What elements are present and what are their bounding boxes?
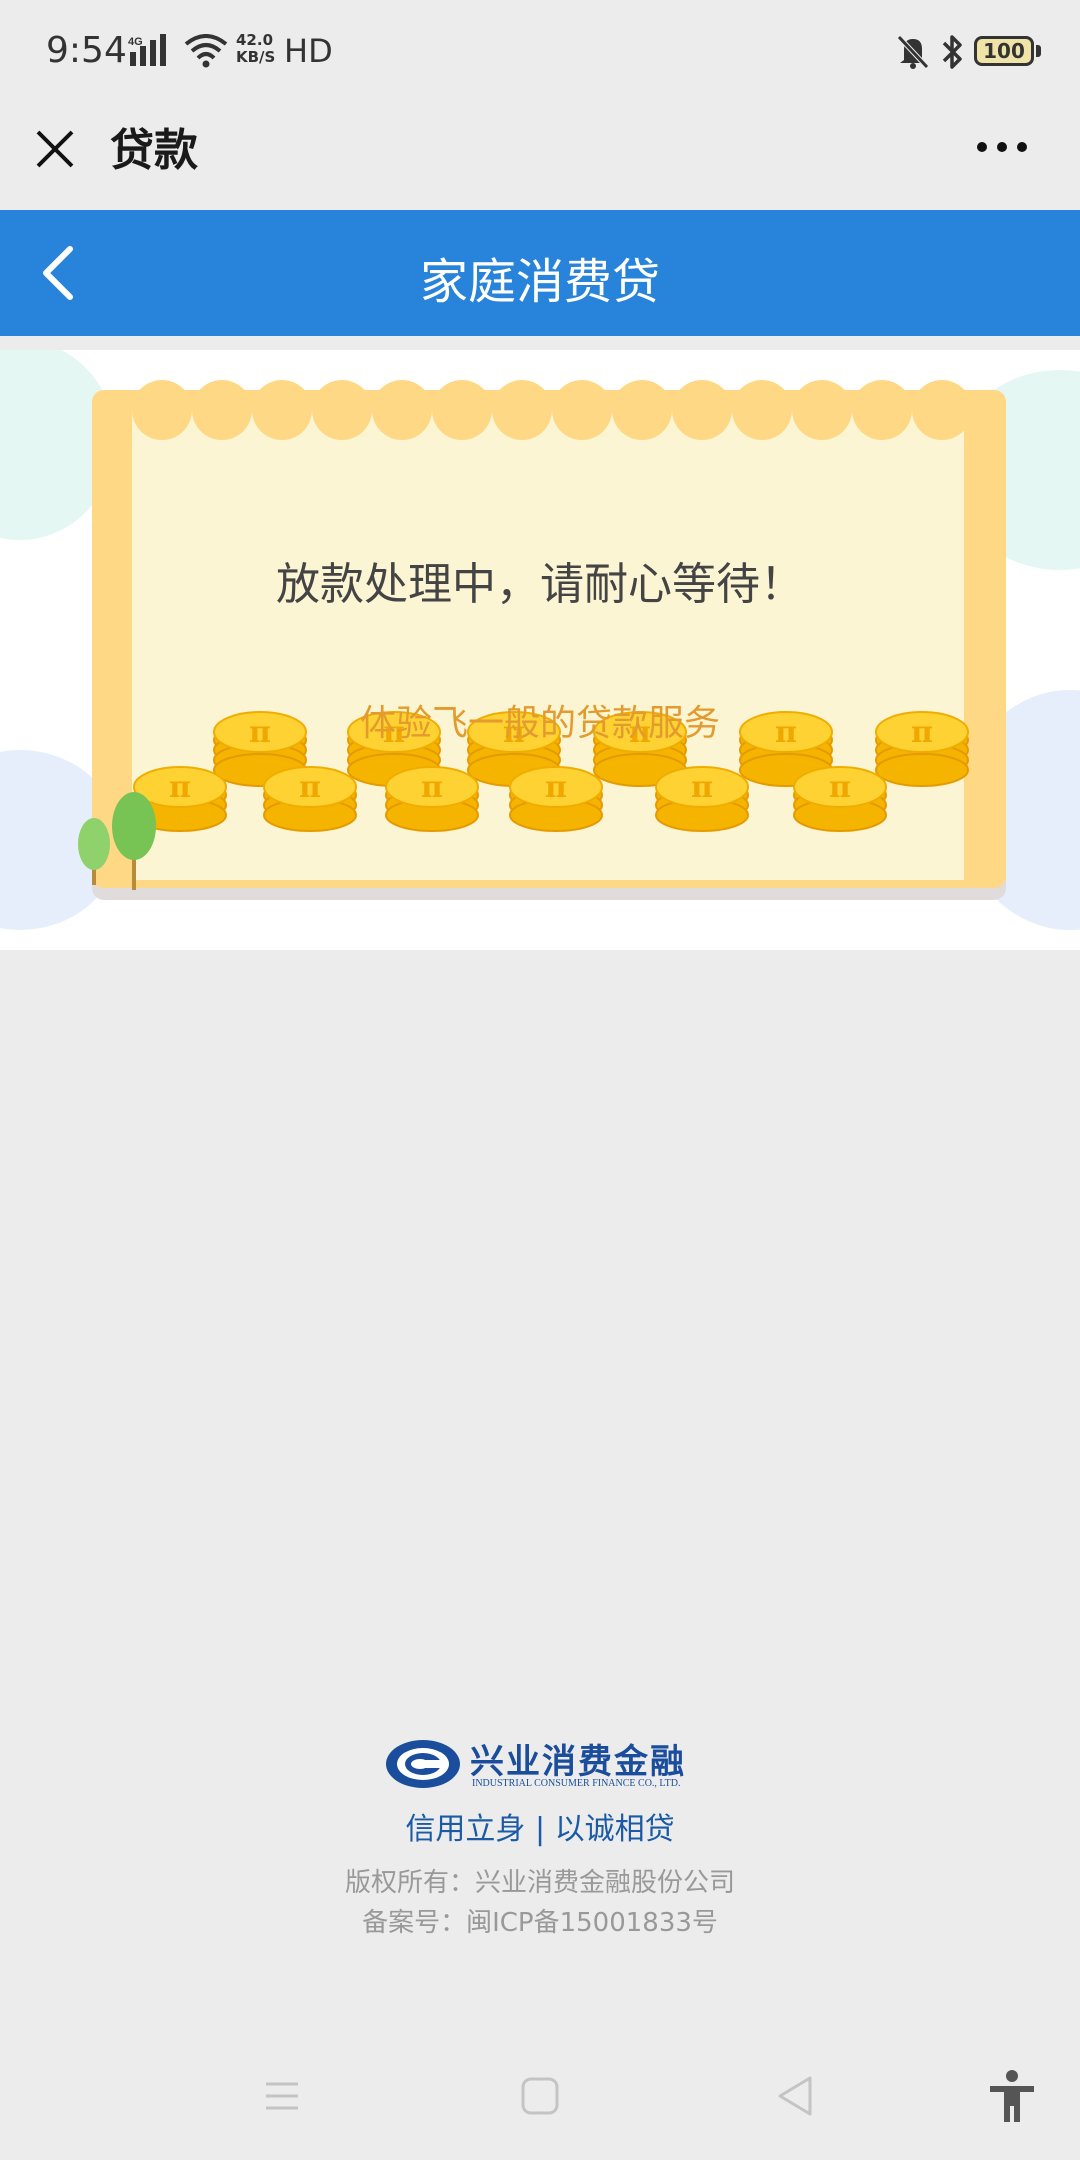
banner-illustration: π π π π π ππ π π π π π [0, 350, 1080, 930]
battery-cap [1036, 45, 1041, 57]
coin-symbol: π [169, 770, 191, 805]
logo-text-cn: 兴业消费金融 [470, 1742, 686, 1782]
nav-bar: 家庭消费贷 [0, 210, 1080, 336]
banner-sub-text: 体验飞一般的贷款服务 [359, 703, 720, 744]
page-title: 家庭消费贷 [419, 254, 660, 310]
scallop [252, 380, 312, 440]
coin-symbol: π [545, 770, 567, 805]
company-slogan: 信用立身 | 以诚相贷 [405, 1812, 675, 1847]
coin-symbol: π [829, 770, 851, 805]
system-navigation-bar [0, 2040, 1080, 2160]
coin-symbol: π [691, 770, 713, 805]
scallop [672, 380, 732, 440]
hd-indicator: HD [284, 32, 333, 70]
scallop [792, 380, 852, 440]
signal-icon: 4G [128, 34, 166, 66]
status-bar: 9:54 4G 42.0 KB/S HD 100 [0, 0, 1080, 104]
icp-text: 备案号：闽ICP备15001833号 [362, 1908, 718, 1938]
logo-mark-icon [386, 1740, 460, 1788]
bluetooth-icon [942, 35, 962, 69]
coin-symbol: π [421, 770, 443, 805]
more-icon[interactable] [972, 122, 1032, 172]
status-banner: ππππππππππππ 放款处理中，请耐心等待！ 体验飞一般的贷款服务 [0, 350, 1080, 950]
scallop [432, 380, 492, 440]
mute-icon [897, 35, 929, 69]
scallop [132, 380, 192, 440]
wifi-icon [184, 34, 228, 68]
speed-unit: KB/S [236, 48, 276, 66]
scallop [912, 380, 972, 440]
app-title: 贷款 [110, 125, 198, 176]
banner-main-text: 放款处理中，请耐心等待！ [276, 559, 804, 610]
network-speed: 42.0 KB/S [236, 32, 275, 66]
status-time: 9:54 [46, 30, 127, 71]
close-icon[interactable] [30, 124, 80, 174]
scallop [372, 380, 432, 440]
battery-icon: 100 [974, 36, 1034, 66]
copyright-text: 版权所有：兴业消费金融股份公司 [344, 1868, 735, 1898]
scallop [852, 380, 912, 440]
back-icon[interactable] [766, 2066, 826, 2126]
scallop [732, 380, 792, 440]
coin [875, 753, 969, 787]
app-header: 贷款 [0, 104, 1080, 210]
menu-icon[interactable] [252, 2066, 312, 2126]
scallop [552, 380, 612, 440]
scallop [492, 380, 552, 440]
scallop [312, 380, 372, 440]
speed-value: 42.0 [236, 31, 274, 49]
coin-symbol: π [299, 770, 321, 805]
accessibility-icon[interactable] [982, 2066, 1042, 2126]
home-icon[interactable] [510, 2066, 570, 2126]
scallop [612, 380, 672, 440]
logo-text-en: INDUSTRIAL CONSUMER FINANCE CO., LTD. [472, 1778, 681, 1789]
company-logo: 兴业消费金融 INDUSTRIAL CONSUMER FINANCE CO., … [384, 1732, 704, 1796]
scallop [192, 380, 252, 440]
